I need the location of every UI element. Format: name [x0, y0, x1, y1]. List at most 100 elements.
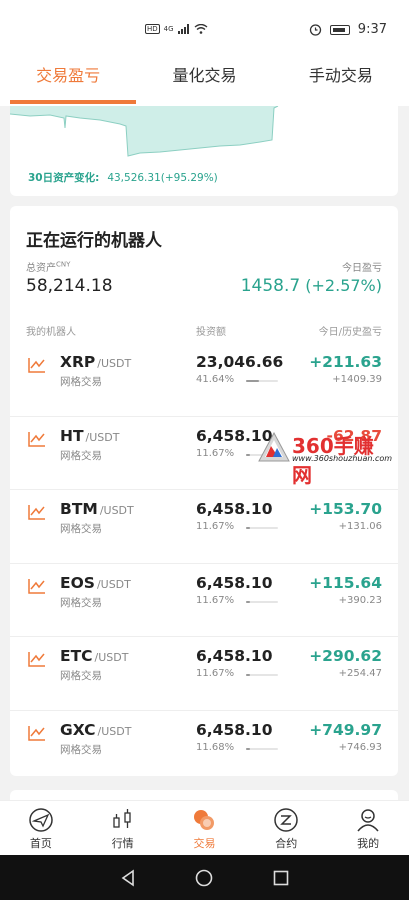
total-assets-label-text: 总资产 — [26, 263, 56, 274]
recents-icon[interactable] — [273, 870, 289, 886]
market-icon — [113, 809, 131, 828]
next-card-edge — [10, 790, 398, 800]
contract-icon — [274, 808, 299, 832]
pair-quote: /USDT — [99, 504, 134, 517]
invest-share-bar — [246, 527, 278, 529]
history-pnl: +746.93 — [338, 741, 382, 753]
invest-amount: 6,458.10 — [196, 647, 273, 665]
total-assets-label: 总资产CNY — [26, 259, 70, 274]
grid-trading-icon — [28, 725, 45, 741]
nav-trade[interactable]: 交易 — [164, 801, 246, 855]
top-tabs: 交易盈亏 量化交易 手动交易 — [0, 56, 409, 106]
tab-label: 手动交易 — [308, 66, 373, 85]
status-time: 9:37 — [357, 22, 387, 37]
grid-trading-icon — [28, 578, 45, 594]
robot-row[interactable]: EOS/USDT 网格交易 6,458.10 11.67% +115.64 +390.23 — [10, 564, 398, 637]
watermark-url: www.360shouzhuan.com — [292, 454, 393, 463]
network-label: 4G — [163, 25, 174, 33]
running-robots-card: 正在运行的机器人 总资产CNY 58,214.18 今日盈亏 1458.7 (+… — [10, 206, 398, 776]
nav-profile[interactable]: 我的 — [327, 801, 409, 855]
invest-share-fill — [246, 527, 250, 529]
nav-label: 交易 — [193, 837, 216, 850]
pair-base: XRP — [60, 353, 96, 371]
robot-row[interactable]: XRP/USDT 网格交易 23,046.66 41.64% +211.63 +1409.… — [10, 343, 398, 417]
today-pnl: +749.97 — [309, 720, 382, 739]
trading-pair: ETC/USDT — [60, 647, 128, 665]
robot-row[interactable]: ETC/USDT 网格交易 6,458.10 11.67% +290.62 +254.47 — [10, 637, 398, 711]
history-pnl: +390.23 — [338, 594, 382, 606]
today-profit-label: 今日盈亏 — [342, 263, 382, 274]
invest-share-fill — [246, 600, 250, 603]
today-pnl: +211.63 — [309, 353, 382, 371]
nav-label: 我的 — [357, 837, 380, 850]
tab-trading-pnl[interactable]: 交易盈亏 — [0, 56, 137, 106]
asset-change-value: 43,526.31(+95.29%) — [107, 172, 218, 184]
strategy-label: 网格交易 — [60, 743, 102, 756]
pair-base: HT — [60, 426, 84, 445]
trading-pair: GXC/USDT — [60, 721, 131, 739]
history-pnl: +254.47 — [338, 668, 382, 679]
asset-change-card: 30日资产变化: 43,526.31(+95.29%) — [10, 106, 398, 196]
invest-pct: 11.67% — [196, 668, 235, 679]
tab-label: 量化交易 — [172, 66, 237, 85]
history-pnl: +1409.39 — [332, 374, 382, 385]
pair-base: BTM — [60, 500, 98, 518]
pair-quote: /USDT — [97, 724, 132, 738]
nav-label: 首页 — [29, 837, 52, 850]
bottom-nav: 首页 行情 交易 合约 我的 — [0, 800, 409, 855]
tab-manual-trading[interactable]: 手动交易 — [273, 56, 409, 106]
invest-share-fill — [246, 674, 250, 676]
today-profit: 1458.7 (+2.57%) — [241, 276, 382, 296]
invest-share-fill — [246, 380, 260, 382]
signal-icon — [177, 24, 189, 34]
invest-amount: 6,458.10 — [196, 500, 273, 518]
invest-amount: 23,046.66 — [196, 353, 284, 371]
robot-row[interactable]: GXC/USDT 网格交易 6,458.10 11.68% +749.97 +746.93 — [10, 711, 398, 785]
pair-base: EOS — [60, 573, 95, 592]
back-icon[interactable] — [120, 868, 136, 887]
invest-share-fill — [246, 453, 250, 456]
nav-market[interactable]: 行情 — [82, 801, 164, 855]
home-button-icon[interactable] — [195, 869, 213, 887]
profile-icon — [357, 809, 379, 832]
asset-area-chart — [10, 106, 279, 157]
battery-icon — [329, 24, 350, 35]
alarm-icon — [309, 24, 321, 36]
trading-pair: BTM/USDT — [60, 500, 134, 518]
trading-pair: XRP/USDT — [60, 353, 131, 371]
invest-share-bar — [246, 674, 278, 676]
invest-pct: 11.67% — [196, 521, 235, 532]
status-left: HD 4G — [145, 24, 208, 34]
home-icon — [29, 808, 53, 832]
pair-base: ETC — [60, 647, 93, 665]
status-bar: HD 4G 9:37 — [0, 0, 409, 56]
invest-pct: 11.67% — [196, 594, 235, 606]
trading-pair: EOS/USDT — [60, 574, 131, 592]
pair-base: GXC — [60, 720, 96, 739]
invest-amount: 6,458.10 — [196, 720, 273, 739]
nav-contract[interactable]: 合约 — [245, 801, 327, 855]
tab-quant-trading[interactable]: 量化交易 — [136, 56, 272, 106]
pair-quote: /USDT — [96, 577, 131, 591]
tab-label: 交易盈亏 — [36, 66, 101, 85]
strategy-label: 网格交易 — [60, 670, 102, 682]
invest-share-bar — [246, 600, 278, 603]
column-header-invest: 投资额 — [196, 327, 226, 338]
nav-home[interactable]: 首页 — [0, 801, 82, 855]
strategy-label: 网格交易 — [60, 596, 102, 609]
card-title: 正在运行的机器人 — [26, 231, 162, 251]
invest-pct: 11.68% — [196, 741, 235, 753]
asset-change-label: 30日资产变化: — [28, 172, 100, 184]
pair-quote: /USDT — [94, 651, 129, 664]
today-pnl: +153.70 — [309, 500, 382, 518]
invest-amount: 6,458.10 — [196, 573, 273, 592]
robot-row[interactable]: BTM/USDT 网格交易 6,458.10 11.67% +153.70 +131.06 — [10, 490, 398, 564]
invest-share-bar — [246, 380, 278, 382]
watermark-logo-icon — [258, 432, 290, 462]
nav-label: 合约 — [275, 837, 298, 850]
column-header-profit: 今日/历史盈亏 — [318, 327, 382, 338]
system-nav-bar — [0, 855, 409, 900]
grid-trading-icon — [28, 652, 45, 667]
today-profit-pct: (+2.57%) — [305, 276, 382, 295]
hd-badge: HD — [145, 24, 160, 34]
